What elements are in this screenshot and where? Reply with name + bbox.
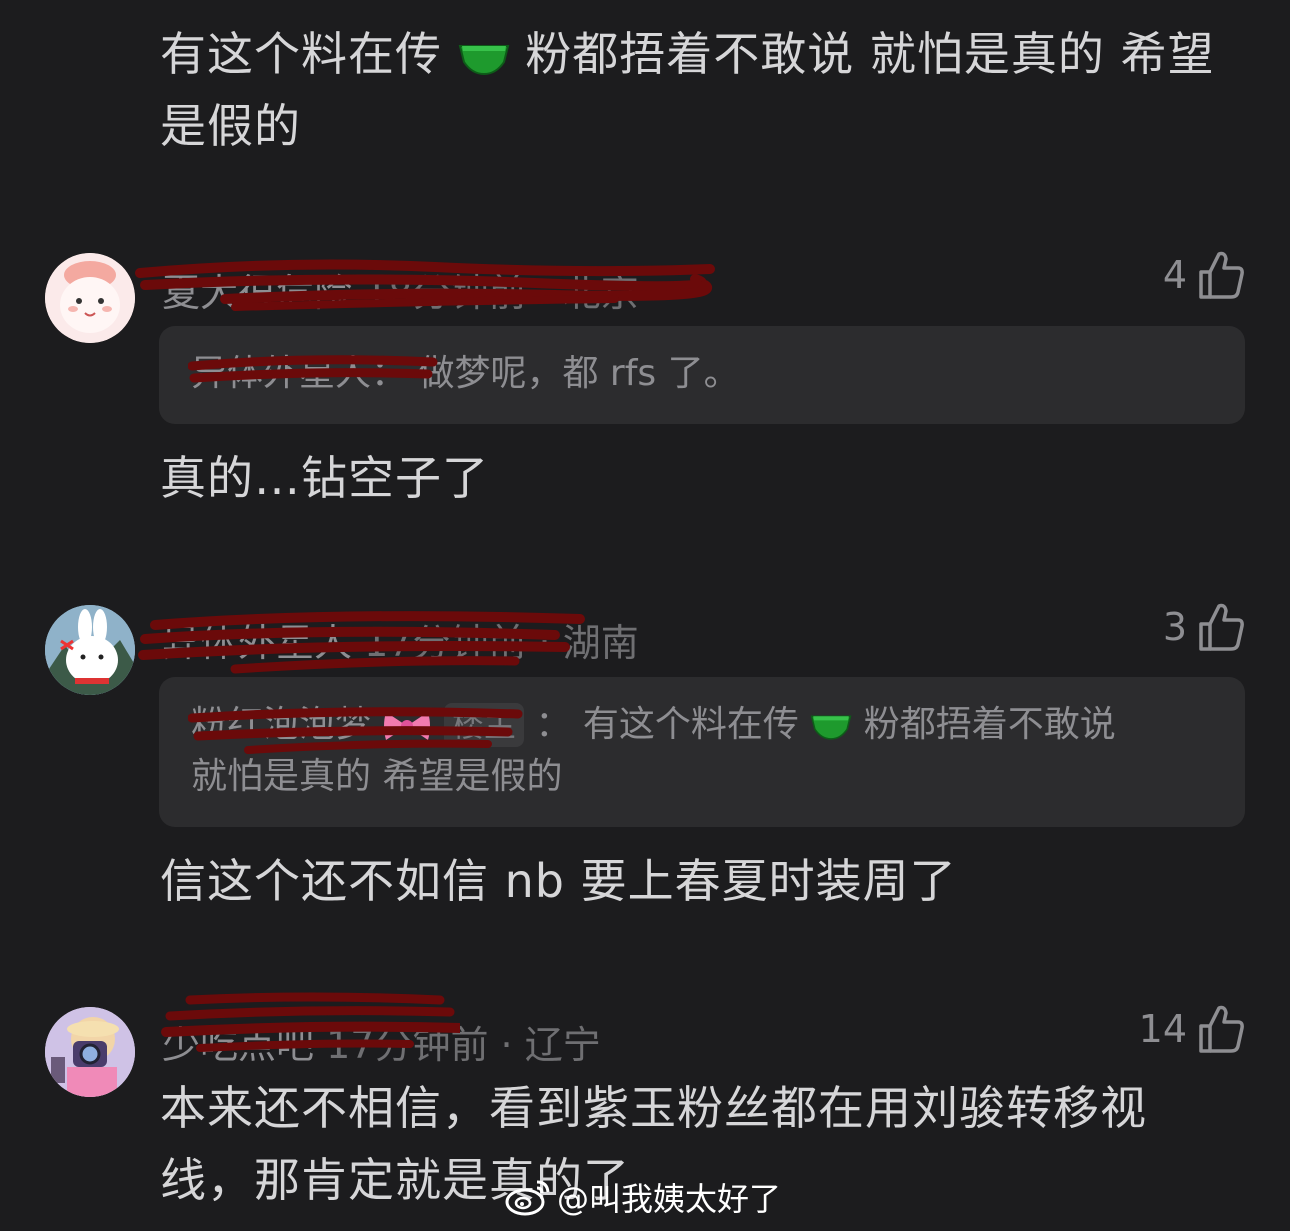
quoted-reply-box[interactable]: 粉红泡泡梦 楼主 ： 有这个料在传 粉都捂着不敢说 就怕是真的 希望是假的 [159,677,1245,827]
thumbs-up-icon [1199,1005,1244,1053]
comment-body: 信这个还不如信 nb 要上春夏时装周了 [160,854,957,908]
username[interactable]: 夏大很危险 [162,271,352,315]
comment-body: 真的…钻空子了 [160,451,489,505]
comment-meta: 少吃点吧 17分钟前 · 辽宁 [162,1014,601,1069]
thumbs-up-icon [1199,603,1244,651]
username[interactable]: 少吃点吧 [162,1023,314,1067]
op-badge: 楼主 [443,703,524,747]
quoted-text-line1: 有这个料在传 [582,704,799,745]
quoted-username[interactable]: 异体外星人 [191,353,371,394]
like-control[interactable]: 14 [1139,1004,1245,1054]
top-comment-part2: 粉都捂着不敢说 就怕是真的 希望 [525,27,1215,81]
pink-bow-emoji-icon [384,712,431,740]
like-count: 4 [1162,253,1187,297]
like-count: 3 [1162,605,1187,649]
timestamp-location: 18分钟前 · 北京 [364,271,639,315]
green-underwear-emoji-icon [458,44,509,75]
comment-meta: 夏大很危险 18分钟前 · 北京 [162,262,639,317]
username[interactable]: 异体外星人 [162,621,352,665]
timestamp-location: 17分钟前 · 湖南 [364,621,639,665]
quoted-text-line1b: 粉都捂着不敢说 [863,704,1116,745]
comment-body-line1: 本来还不相信，看到紫玉粉丝都在用刘骏转移视 [160,1081,1147,1135]
avatar[interactable] [45,1007,135,1097]
weibo-watermark: @叫我姨太好了 [505,1174,781,1220]
weibo-logo-icon [505,1180,550,1216]
top-comment-text: 有这个料在传 粉都捂着不敢说 就怕是真的 希望 是假的 [160,18,1260,162]
pink-blob-avatar-icon [45,253,135,343]
like-count: 14 [1138,1007,1187,1051]
top-comment-part3: 是假的 [160,99,301,153]
watermark-text: @叫我姨太好了 [557,1180,782,1218]
timestamp-location: 17分钟前 · 辽宁 [326,1023,601,1067]
quoted-text: 做梦呢，都 rfs 了。 [418,353,740,394]
thumbs-up-icon [1199,251,1244,299]
quoted-username[interactable]: 粉红泡泡梦 [191,704,371,745]
top-comment-part1: 有这个料在传 [160,27,442,81]
photographer-girl-avatar-icon [45,1007,135,1097]
like-control[interactable]: 3 [1163,602,1245,652]
quoted-text-line2: 就怕是真的 希望是假的 [191,756,563,797]
comment-meta: 异体外星人 17分钟前 · 湖南 [162,612,639,667]
avatar[interactable] [45,253,135,343]
like-control[interactable]: 4 [1163,250,1245,300]
bunny-avatar-icon [45,605,135,695]
green-underwear-emoji-icon [810,715,852,740]
quoted-reply-box[interactable]: 异体外星人： 做梦呢，都 rfs 了。 [159,326,1245,424]
avatar[interactable] [45,605,135,695]
